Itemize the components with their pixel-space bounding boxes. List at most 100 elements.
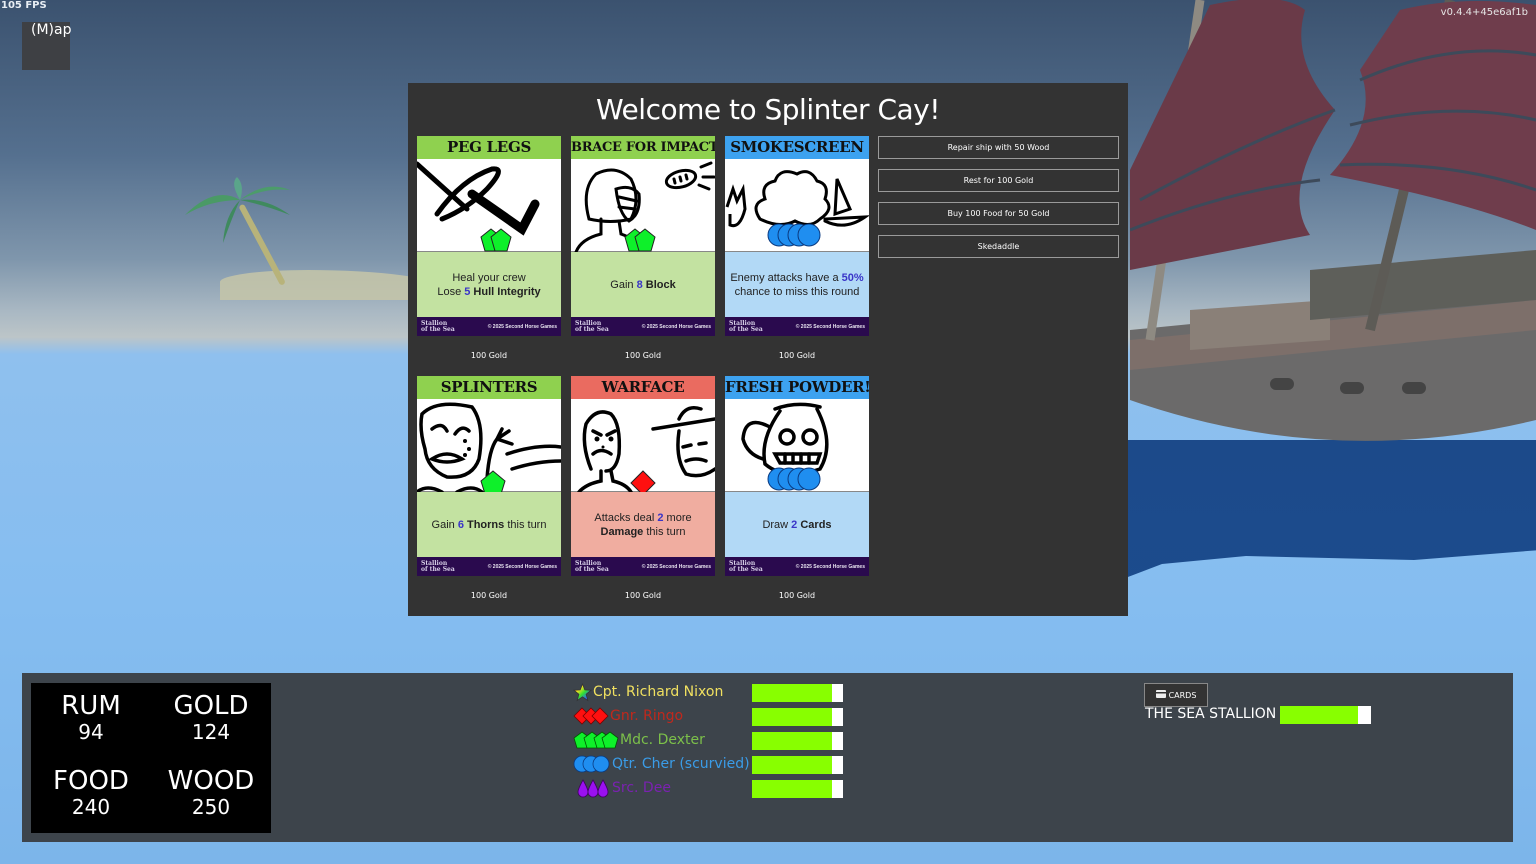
card-icon	[1155, 690, 1166, 700]
card-smokescreen[interactable]: SMOKESCREEN Enemy attacks have a 50% cha…	[725, 136, 869, 337]
card-description: Gain 8 Block	[571, 252, 715, 317]
card-title: FRESH POWDER!	[725, 376, 869, 399]
red-diamond-icon	[573, 707, 609, 725]
crew-name: Mdc. Dexter	[620, 732, 705, 748]
ship-health-fill	[1280, 706, 1359, 724]
card-warface[interactable]: WARFACE Attacks deal 2 more Damage this …	[571, 376, 715, 577]
cards-button-label: CARDS	[1168, 690, 1197, 700]
ship-shadow-water	[1120, 440, 1536, 580]
copyright-text: © 2025 Second Horse Games	[641, 563, 711, 570]
copyright-text: © 2025 Second Horse Games	[795, 323, 865, 330]
card-art	[417, 159, 561, 252]
resource-rum: RUM 94	[31, 692, 151, 744]
card-text: Heal your crew	[452, 271, 526, 284]
game-logo: Stallion of the Sea	[421, 559, 455, 573]
crew-name: Gnr. Ringo	[610, 708, 684, 724]
crew-name: Cpt. Richard Nixon	[593, 684, 724, 700]
card-title: BRACE FOR IMPACT	[571, 136, 715, 159]
crew-name: Src. Dee	[612, 780, 671, 796]
game-logo: Stallion of the Sea	[729, 319, 763, 333]
card-fresh-powder[interactable]: FRESH POWDER! Draw 2 Cards Stallion of t…	[725, 376, 869, 577]
card-price: 100 Gold	[470, 591, 508, 600]
shop-card-slot: SPLINTERS Gain 6 Thorns this turn Stalli…	[417, 376, 561, 600]
crew-member-gunner[interactable]: Gnr. Ringo	[573, 705, 683, 727]
fps-counter: 105 FPS	[1, 0, 47, 11]
copyright-text: © 2025 Second Horse Games	[795, 563, 865, 570]
shop-card-slot: PEG LEGS Heal your crew Lose 5 Hull Inte…	[417, 136, 561, 360]
crew-health-bar	[752, 732, 843, 750]
version-label: v0.4.4+45e6af1b	[1440, 7, 1528, 18]
card-description: Attacks deal 2 more Damage this turn	[571, 492, 715, 557]
resource-gold: GOLD 124	[151, 692, 271, 744]
card-title: SMOKESCREEN	[725, 136, 869, 159]
crew-member-captain[interactable]: Cpt. Richard Nixon	[573, 681, 723, 703]
card-footer: Stallion of the Sea © 2025 Second Horse G…	[725, 557, 869, 576]
rest-button[interactable]: Rest for 100 Gold	[878, 169, 1119, 192]
card-footer: Stallion of the Sea © 2025 Second Horse G…	[417, 557, 561, 576]
resource-label: GOLD	[173, 691, 249, 721]
island	[220, 270, 440, 300]
card-description: Enemy attacks have a 50% chance to miss t…	[725, 252, 869, 317]
repair-ship-button[interactable]: Repair ship with 50 Wood	[878, 136, 1119, 159]
resource-wood: WOOD 250	[151, 767, 271, 819]
card-brace-for-impact[interactable]: BRACE FOR IMPACT Gain 8 Block Stallion o…	[571, 136, 715, 337]
card-art	[725, 159, 869, 252]
map-button[interactable]: (M)ap	[22, 22, 71, 70]
crew-health-fill	[752, 684, 833, 702]
blue-cloud-icon	[573, 755, 611, 773]
game-logo: Stallion of the Sea	[575, 319, 609, 333]
card-art	[571, 159, 715, 252]
card-value: 50%	[841, 271, 864, 284]
green-pentagon-icon	[573, 731, 619, 749]
card-description: Gain 6 Thorns this turn	[417, 492, 561, 557]
rainbow-star-icon	[573, 682, 592, 702]
skedaddle-button[interactable]: Skedaddle	[878, 235, 1119, 258]
card-description: Draw 2 Cards	[725, 492, 869, 557]
resource-value: 250	[191, 795, 231, 819]
card-keyword: Cards	[797, 518, 832, 531]
crew-member-medic[interactable]: Mdc. Dexter	[573, 729, 705, 751]
crew-health-fill	[752, 708, 833, 726]
game-logo: Stallion of the Sea	[575, 559, 609, 573]
card-text: Lose	[437, 285, 465, 298]
card-keyword: Block	[642, 278, 676, 291]
crew-health-fill	[752, 756, 833, 774]
angry-faces-drawing-icon	[577, 406, 715, 492]
card-title: SPLINTERS	[417, 376, 561, 399]
crew-health-fill	[752, 780, 833, 798]
card-splinters[interactable]: SPLINTERS Gain 6 Thorns this turn Stalli…	[417, 376, 561, 577]
hud-panel: RUM 94 GOLD 124 FOOD 240 WOOD 250 Cpt. R…	[22, 673, 1513, 842]
card-title: PEG LEGS	[417, 136, 561, 159]
card-footer: Stallion of the Sea © 2025 Second Horse G…	[571, 317, 715, 336]
buy-food-button[interactable]: Buy 100 Food for 50 Gold	[878, 202, 1119, 225]
resources-panel: RUM 94 GOLD 124 FOOD 240 WOOD 250	[31, 683, 271, 833]
football-player-drawing-icon	[574, 161, 715, 252]
card-price: 100 Gold	[778, 351, 816, 360]
shop-card-slot: BRACE FOR IMPACT Gain 8 Block Stallion o…	[571, 136, 715, 360]
smoke-cloud-drawing-icon	[725, 170, 869, 247]
crew-member-sorcerer[interactable]: Src. Dee	[577, 777, 671, 799]
cards-button[interactable]: CARDS	[1144, 683, 1208, 707]
card-footer: Stallion of the Sea © 2025 Second Horse G…	[571, 557, 715, 576]
shop-card-slot: FRESH POWDER! Draw 2 Cards Stallion of t…	[725, 376, 869, 600]
shop-card-slot: SMOKESCREEN Enemy attacks have a 50% cha…	[725, 136, 869, 360]
ship-health-bar	[1280, 706, 1371, 724]
crew-name: Qtr. Cher (scurvied)	[612, 756, 750, 772]
crew-health-bar	[752, 756, 843, 774]
crew-health-bar	[752, 780, 843, 798]
card-description: Heal your crew Lose 5 Hull Integrity	[417, 252, 561, 317]
game-logo: Stallion of the Sea	[729, 559, 763, 573]
game-logo: Stallion of the Sea	[421, 319, 455, 333]
resource-value: 240	[71, 795, 111, 819]
peg-leg-drawing-icon	[417, 161, 540, 252]
purple-drop-icon	[577, 778, 611, 798]
card-keyword: Hull Integrity	[470, 285, 541, 298]
shop-card-slot: WARFACE Attacks deal 2 more Damage this …	[571, 376, 715, 600]
card-keyword: Damage	[600, 525, 644, 538]
card-footer: Stallion of the Sea © 2025 Second Horse G…	[725, 317, 869, 336]
card-peg-legs[interactable]: PEG LEGS Heal your crew Lose 5 Hull Inte…	[417, 136, 561, 337]
resource-label: RUM	[61, 691, 121, 721]
resource-food: FOOD 240	[31, 767, 151, 819]
crew-member-quartermaster[interactable]: Qtr. Cher (scurvied)	[573, 753, 750, 775]
card-title: WARFACE	[571, 376, 715, 399]
